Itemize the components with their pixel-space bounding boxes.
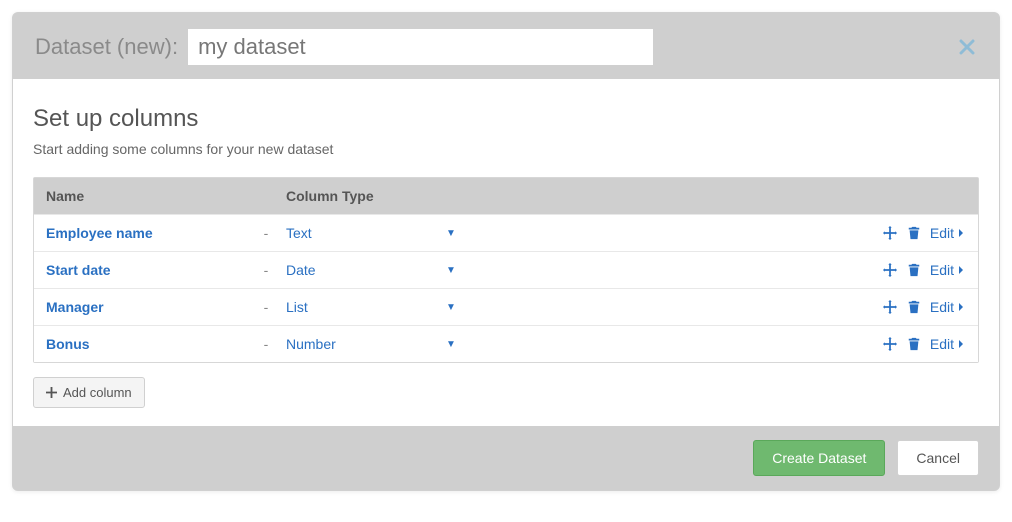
column-name[interactable]: Employee name [46,225,246,241]
table-row: Manager - List ▼ Edit [34,288,978,325]
delete-button[interactable] [906,336,922,352]
dialog-header: Dataset (new): [13,13,999,79]
close-icon [959,39,975,55]
create-dataset-button[interactable]: Create Dataset [753,440,885,476]
caret-down-icon[interactable]: ▼ [446,302,466,313]
edit-button[interactable]: Edit [930,299,966,315]
move-handle[interactable] [882,336,898,352]
chevron-right-icon [956,265,966,275]
plus-icon [46,387,57,398]
table-row: Employee name - Text ▼ Edit [34,214,978,251]
move-handle[interactable] [882,262,898,278]
chevron-right-icon [956,228,966,238]
move-icon [883,337,897,351]
edit-button[interactable]: Edit [930,225,966,241]
dash: - [246,262,286,278]
dataset-label: Dataset (new): [35,34,178,60]
chevron-right-icon [956,339,966,349]
move-icon [883,226,897,240]
column-name[interactable]: Manager [46,299,246,315]
move-handle[interactable] [882,299,898,315]
caret-down-icon[interactable]: ▼ [446,228,466,239]
move-icon [883,300,897,314]
trash-icon [907,226,921,240]
header-name: Name [46,188,246,204]
close-button[interactable] [957,37,977,57]
edit-label: Edit [930,262,954,278]
column-name[interactable]: Start date [46,262,246,278]
edit-button[interactable]: Edit [930,336,966,352]
column-type-select[interactable]: Date [286,262,446,278]
table-row: Start date - Date ▼ Edit [34,251,978,288]
delete-button[interactable] [906,299,922,315]
dash: - [246,225,286,241]
dataset-name-input[interactable] [188,29,653,65]
dialog-body: Set up columns Start adding some columns… [13,79,999,426]
add-column-button[interactable]: Add column [33,377,145,408]
move-icon [883,263,897,277]
cancel-button[interactable]: Cancel [897,440,979,476]
delete-button[interactable] [906,262,922,278]
columns-table: Name Column Type Employee name - Text ▼ [33,177,979,363]
section-title: Set up columns [33,105,979,133]
table-row: Bonus - Number ▼ Edit [34,325,978,362]
header-type: Column Type [286,188,446,204]
trash-icon [907,337,921,351]
section-subtitle: Start adding some columns for your new d… [33,141,979,157]
chevron-right-icon [956,302,966,312]
delete-button[interactable] [906,225,922,241]
column-type-select[interactable]: List [286,299,446,315]
edit-label: Edit [930,225,954,241]
trash-icon [907,263,921,277]
edit-label: Edit [930,299,954,315]
trash-icon [907,300,921,314]
caret-down-icon[interactable]: ▼ [446,339,466,350]
caret-down-icon[interactable]: ▼ [446,265,466,276]
column-type-select[interactable]: Text [286,225,446,241]
edit-button[interactable]: Edit [930,262,966,278]
new-dataset-dialog: Dataset (new): Set up columns Start addi… [12,12,1000,491]
dash: - [246,299,286,315]
add-column-label: Add column [63,385,132,400]
edit-label: Edit [930,336,954,352]
column-type-select[interactable]: Number [286,336,446,352]
dialog-footer: Create Dataset Cancel [13,426,999,490]
dash: - [246,336,286,352]
column-name[interactable]: Bonus [46,336,246,352]
table-header: Name Column Type [34,178,978,214]
move-handle[interactable] [882,225,898,241]
